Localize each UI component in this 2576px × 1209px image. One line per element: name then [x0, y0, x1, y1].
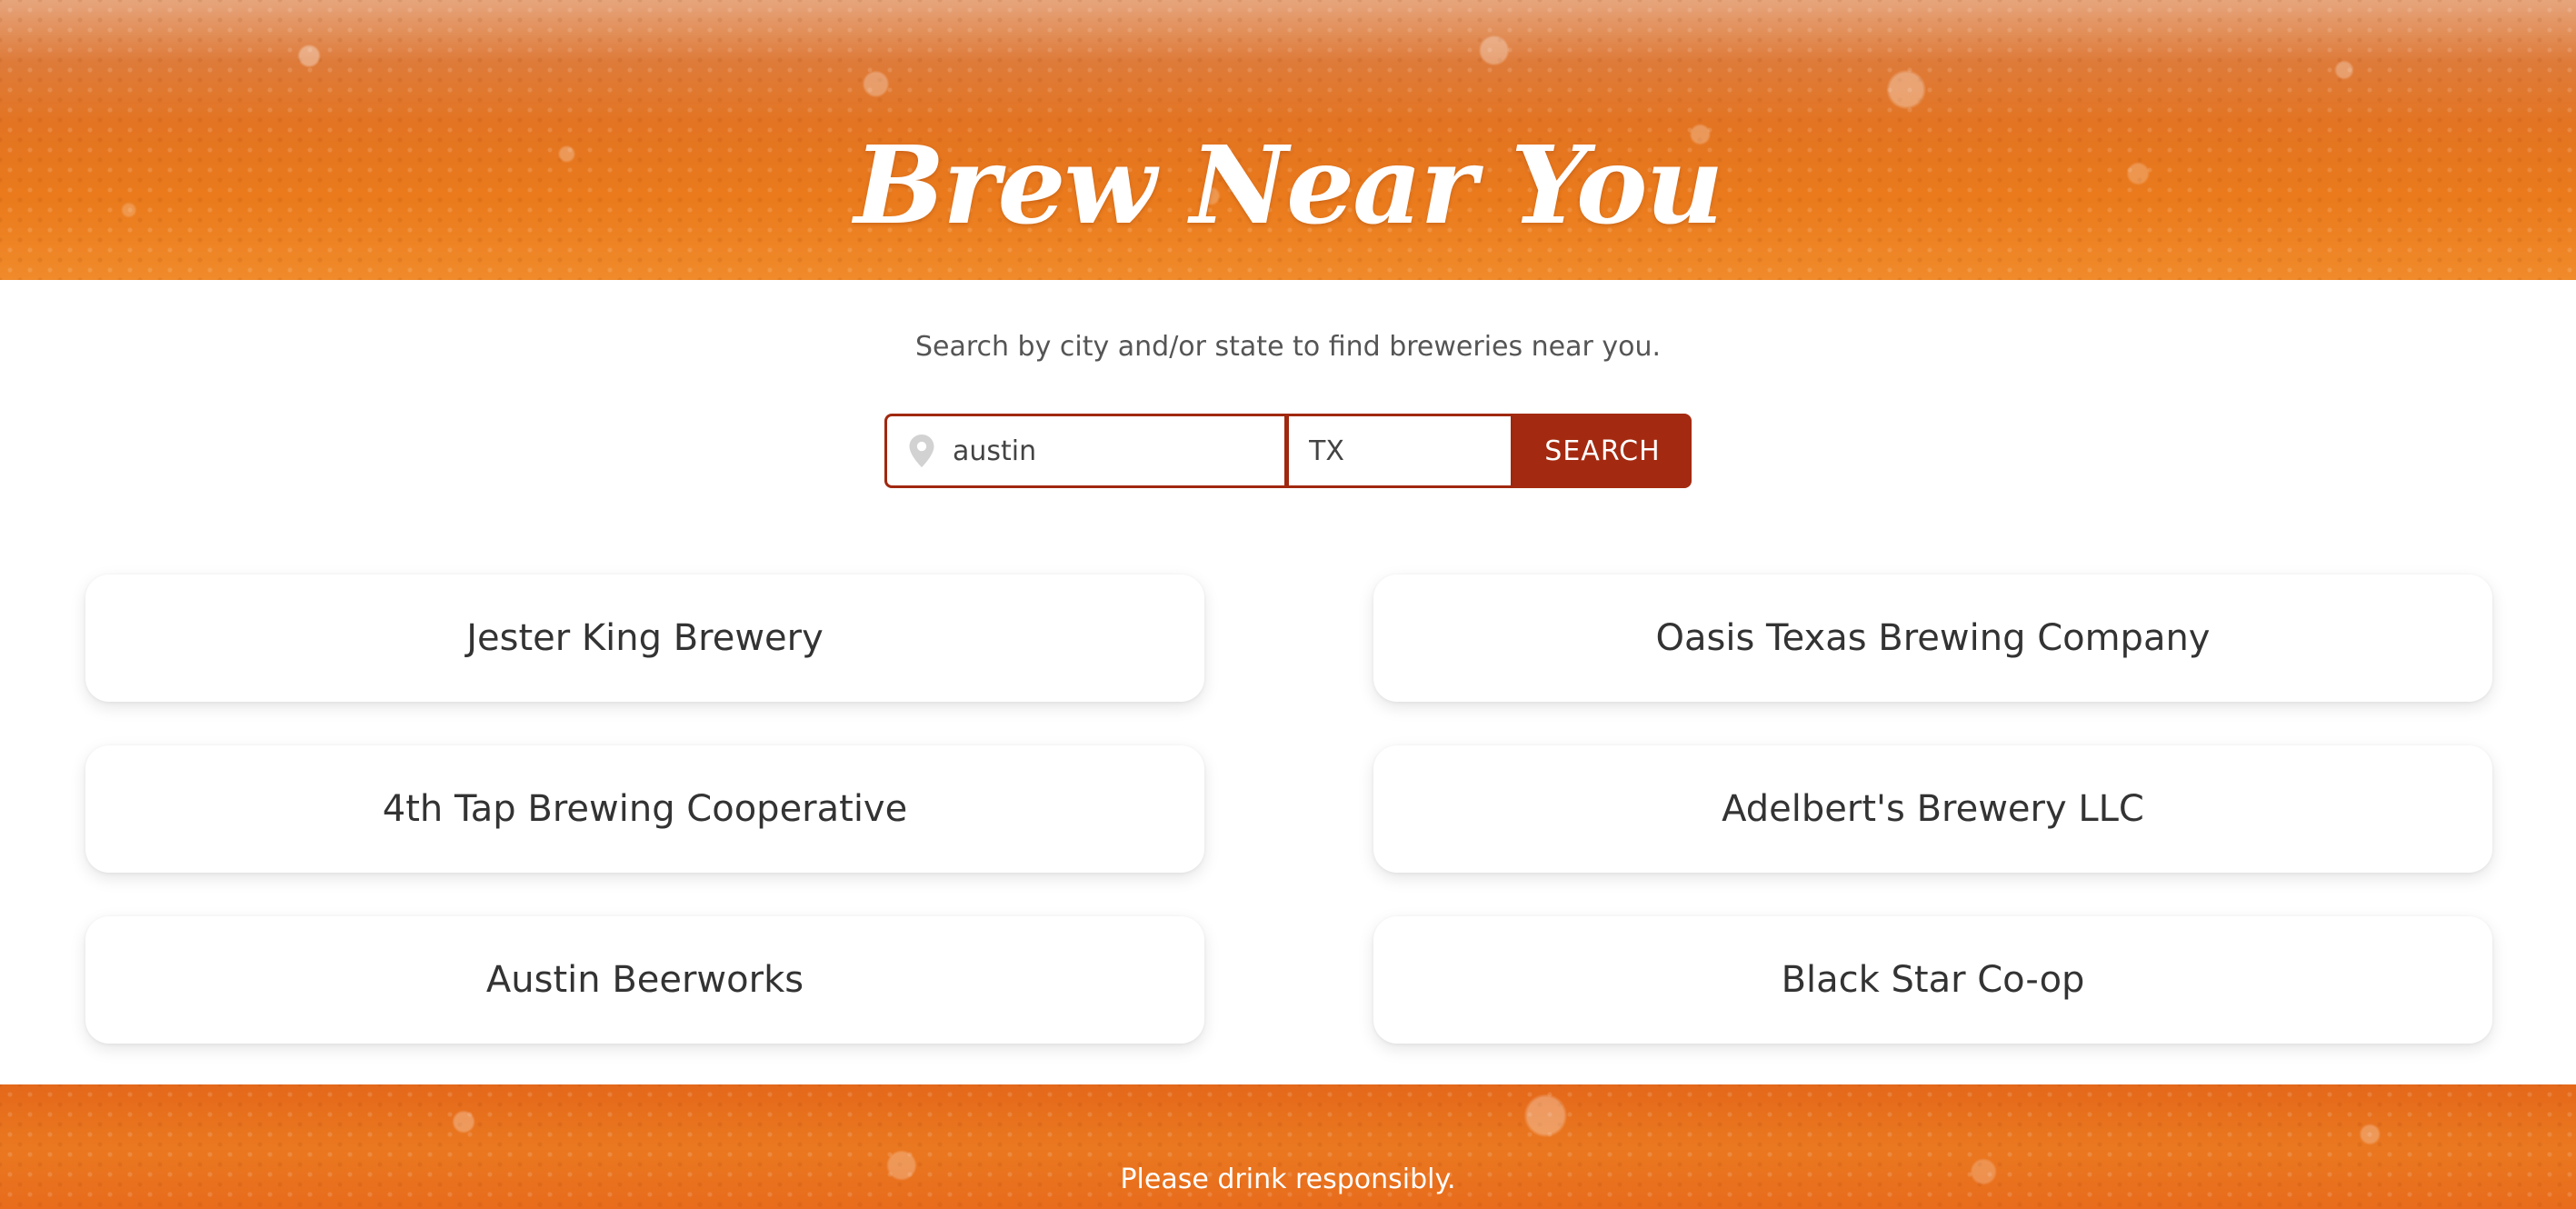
- map-pin-icon: [909, 435, 934, 467]
- city-input[interactable]: [953, 416, 1284, 485]
- brewery-results: Jester King Brewery Oasis Texas Brewing …: [85, 575, 2492, 1044]
- brewery-card[interactable]: 4th Tap Brewing Cooperative: [85, 745, 1204, 873]
- state-field: [1286, 414, 1513, 488]
- search-instructions: Search by city and/or state to find brew…: [914, 331, 1662, 363]
- search-button[interactable]: SEARCH: [1513, 414, 1692, 488]
- brewery-card[interactable]: Jester King Brewery: [85, 575, 1204, 702]
- site-title: Brew Near You: [854, 122, 1724, 248]
- footer-message: Please drink responsibly.: [1120, 1164, 1456, 1195]
- brewery-card[interactable]: Oasis Texas Brewing Company: [1373, 575, 2492, 702]
- state-input[interactable]: [1309, 416, 1511, 485]
- brewery-card[interactable]: Black Star Co-op: [1373, 916, 2492, 1044]
- header-banner: Brew Near You: [0, 0, 2576, 280]
- city-field: [884, 414, 1287, 488]
- brewery-card[interactable]: Adelbert's Brewery LLC: [1373, 745, 2492, 873]
- brewery-card[interactable]: Austin Beerworks: [85, 916, 1204, 1044]
- search-form: SEARCH: [884, 414, 1692, 488]
- page: Brew Near You Search by city and/or stat…: [0, 0, 2576, 1209]
